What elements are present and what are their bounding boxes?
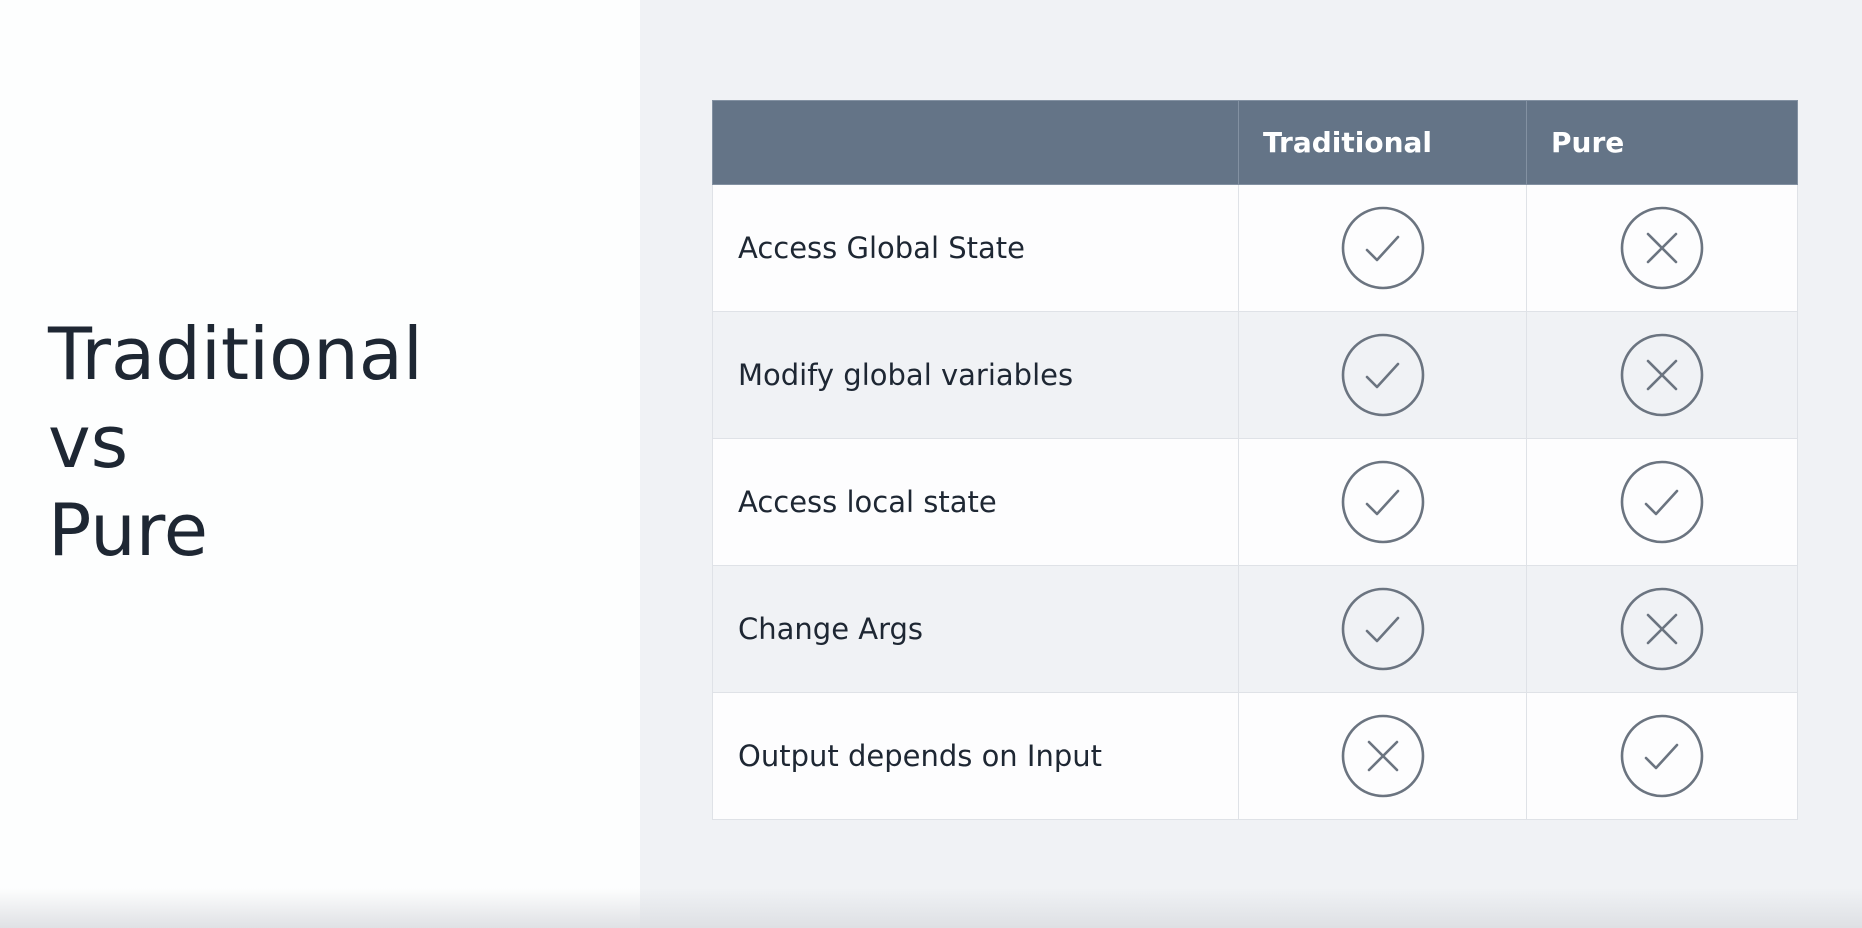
row-label: Access local state [712,438,1239,566]
check-icon [1340,333,1426,417]
slide-title: Traditional vs Pure [48,310,423,574]
cross-icon [1619,333,1705,417]
slide: Traditional vs Pure Traditional Pure Acc… [0,0,1862,928]
table-row: Change Args [712,565,1798,693]
cross-icon [1619,587,1705,671]
cross-icon [1619,206,1705,290]
pure-cell [1526,692,1798,820]
header-traditional: Traditional [1238,100,1527,185]
pure-cell [1526,184,1798,312]
check-icon [1340,206,1426,290]
check-icon [1340,587,1426,671]
check-icon [1619,460,1705,544]
row-label: Access Global State [712,184,1239,312]
check-icon [1340,460,1426,544]
row-label: Change Args [712,565,1239,693]
table-row: Access Global State [712,184,1798,312]
pure-cell [1526,438,1798,566]
cross-icon [1340,714,1426,798]
bottom-shade [0,888,1862,928]
table-row: Access local state [712,438,1798,566]
title-line-3: Pure [48,488,209,572]
table-row: Modify global variables [712,311,1798,439]
check-icon [1619,714,1705,798]
traditional-cell [1238,692,1527,820]
comparison-table: Traditional Pure Access Global State Mod… [712,100,1798,820]
traditional-cell [1238,565,1527,693]
header-pure: Pure [1526,100,1798,185]
title-line-1: Traditional [48,312,423,396]
traditional-cell [1238,311,1527,439]
header-empty [712,100,1239,185]
table-row: Output depends on Input [712,692,1798,820]
traditional-cell [1238,184,1527,312]
pure-cell [1526,311,1798,439]
table-header-row: Traditional Pure [712,100,1798,185]
pure-cell [1526,565,1798,693]
traditional-cell [1238,438,1527,566]
row-label: Modify global variables [712,311,1239,439]
title-line-2: vs [48,400,129,484]
row-label: Output depends on Input [712,692,1239,820]
